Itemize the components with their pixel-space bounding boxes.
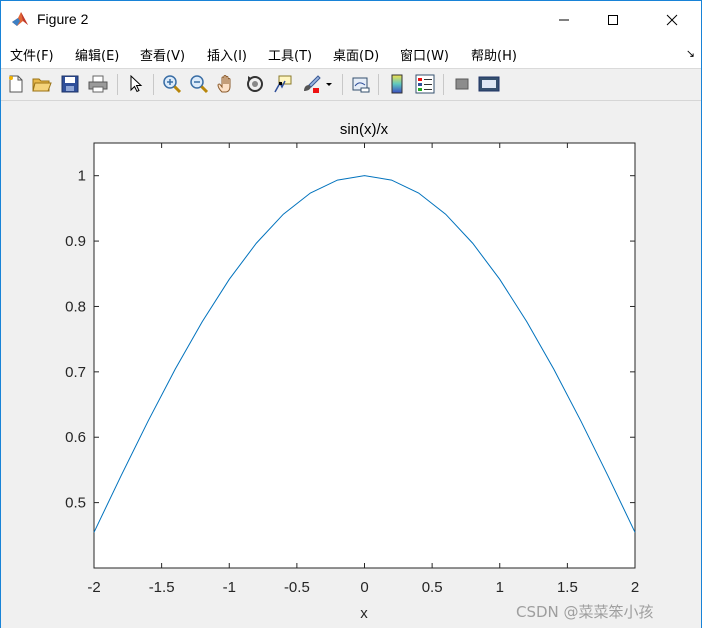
save-icon — [61, 75, 79, 93]
link-plot-button[interactable] — [350, 73, 372, 95]
maximize-icon — [608, 14, 618, 25]
show-plot-tools-button[interactable] — [478, 73, 500, 95]
data-cursor-button[interactable] — [272, 73, 294, 95]
y-tick-label: 0.9 — [65, 233, 86, 250]
y-tick-label: 1 — [78, 168, 86, 185]
x-tick-label: 1 — [496, 579, 504, 596]
pan-button[interactable] — [215, 73, 237, 95]
link-plot-icon — [352, 77, 370, 93]
y-tick-label: 0.7 — [65, 364, 86, 381]
y-tick-label: 0.6 — [65, 429, 86, 446]
sinc-plot[interactable]: -2 -1.5 -1 -0.5 0 0.5 1 1.5 2 0.5 0.6 0.7 0.8 0.9 1 s… — [1, 101, 701, 628]
menu-file[interactable]: 文件(F) — [10, 45, 54, 64]
insert-colorbar-button[interactable] — [386, 73, 408, 95]
toolbar-separator — [443, 74, 444, 95]
minimize-icon — [559, 19, 569, 20]
toolbar-separator — [342, 74, 343, 95]
colorbar-icon — [391, 74, 403, 94]
x-tick-label: -0.5 — [284, 579, 310, 596]
hide-plot-tools-button[interactable] — [451, 73, 473, 95]
menu-help[interactable]: 帮助(H) — [471, 45, 517, 64]
menu-desktop[interactable]: 桌面(D) — [333, 45, 379, 64]
x-tick-label: 2 — [631, 579, 639, 596]
menu-tools[interactable]: 工具(T) — [268, 45, 312, 64]
menu-insert[interactable]: 插入(I) — [207, 45, 247, 64]
hide-plot-tools-icon — [455, 78, 469, 90]
brush-dropdown-button[interactable] — [323, 73, 335, 95]
x-tick-label: 1.5 — [557, 579, 578, 596]
minimize-button[interactable] — [541, 1, 587, 38]
figure-toolbar — [1, 69, 701, 101]
brush-button[interactable] — [300, 73, 322, 95]
menu-window[interactable]: 窗口(W) — [400, 45, 449, 64]
show-plot-tools-icon — [478, 76, 500, 92]
print-button[interactable] — [87, 73, 109, 95]
open-file-icon — [32, 78, 52, 92]
toolbar-separator — [153, 74, 154, 95]
print-icon — [88, 75, 108, 93]
open-file-button[interactable] — [31, 73, 53, 95]
x-tick-label: -1 — [223, 579, 236, 596]
x-tick-label: -1.5 — [149, 579, 175, 596]
zoom-out-button[interactable] — [188, 73, 210, 95]
legend-icon — [415, 74, 435, 94]
menu-bar: 文件(F) 编辑(E) 查看(V) 插入(I) 工具(T) 桌面(D) 窗口(W… — [1, 38, 701, 69]
chart-title: sin(x)/x — [340, 121, 389, 138]
x-tick-label: -2 — [87, 579, 100, 596]
x-tick-label: 0 — [360, 579, 368, 596]
zoom-in-icon — [163, 75, 182, 94]
rotate-3d-icon — [247, 76, 263, 92]
x-tick-label: 0.5 — [422, 579, 443, 596]
edit-plot-button[interactable] — [125, 73, 147, 95]
new-figure-button[interactable] — [5, 73, 27, 95]
csdn-watermark: CSDN @菜菜笨小孩 — [516, 603, 654, 621]
zoom-in-button[interactable] — [161, 73, 183, 95]
dropdown-arrow-icon — [326, 83, 332, 86]
window-title: Figure 2 — [37, 11, 89, 27]
new-figure-icon — [9, 75, 23, 93]
figure-window: Figure 2 文件(F) 编辑(E) 查看(V) 插入(I) 工具(T) 桌… — [0, 0, 702, 628]
axes-background — [93, 142, 636, 569]
brush-icon — [304, 75, 321, 93]
toolbar-separator — [378, 74, 379, 95]
menu-dock-arrow-icon[interactable]: ↘ — [686, 47, 695, 60]
insert-legend-button[interactable] — [414, 73, 436, 95]
title-bar[interactable]: Figure 2 — [1, 1, 701, 38]
menu-view[interactable]: 查看(V) — [140, 45, 185, 64]
close-icon — [666, 14, 678, 25]
pointer-icon — [130, 75, 143, 93]
save-button[interactable] — [59, 73, 81, 95]
x-axis-label: x — [360, 605, 368, 622]
pan-hand-icon — [217, 75, 231, 93]
menu-edit[interactable]: 编辑(E) — [75, 45, 119, 64]
zoom-out-icon — [190, 75, 209, 94]
matlab-logo-icon — [12, 12, 28, 26]
data-cursor-icon — [274, 75, 292, 93]
close-button[interactable] — [649, 1, 695, 38]
y-tick-label: 0.5 — [65, 495, 86, 512]
rotate-3d-button[interactable] — [244, 73, 266, 95]
maximize-button[interactable] — [590, 1, 636, 38]
figure-canvas[interactable]: -2 -1.5 -1 -0.5 0 0.5 1 1.5 2 0.5 0.6 0.7 0.8 0.9 1 s… — [1, 101, 701, 628]
y-tick-label: 0.8 — [65, 298, 86, 315]
toolbar-separator — [117, 74, 118, 95]
